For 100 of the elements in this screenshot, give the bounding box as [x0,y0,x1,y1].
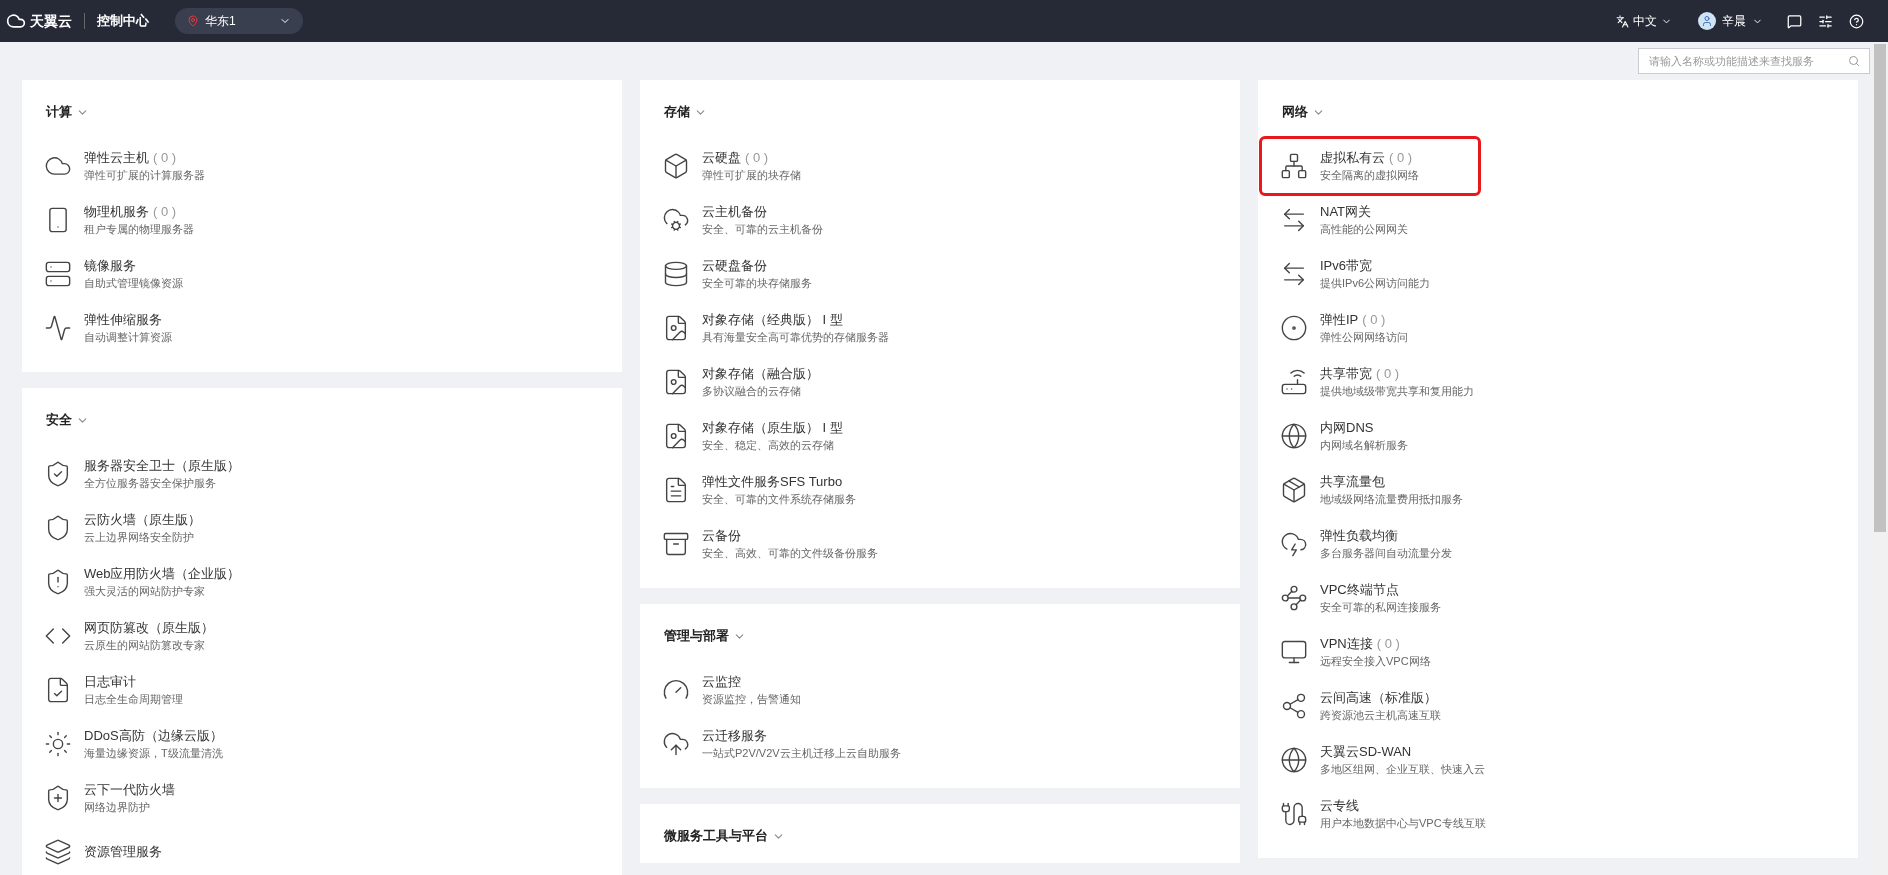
category-header[interactable]: 网络 [1262,102,1854,122]
wave-icon [44,314,72,342]
service-description: 日志全生命周期管理 [84,692,183,707]
service-description: 自助式管理镜像资源 [84,276,183,291]
cloud-icon [662,206,690,234]
service-title: 云下一代防火墙 [84,781,175,799]
service-item[interactable]: 弹性文件服务SFS Turbo 安全、可靠的文件系统存储服务 [644,463,864,517]
service-description: 海量边缘资源，T级流量清洗 [84,746,223,761]
language-icon [1616,14,1629,28]
service-title: 云主机备份 [702,203,767,221]
service-title: 云监控 [702,673,741,691]
service-item[interactable]: 资源管理服务 [26,825,242,875]
service-description: 全方位服务器安全保护服务 [84,476,217,491]
service-title: 对象存储（融合版） [702,365,819,383]
service-description: 多地区组网、企业互联、快速入云 [1320,762,1485,777]
service-description: 云上边界网络安全防护 [84,530,195,545]
service-description: 云原生的网站防篡改专家 [84,638,206,653]
region-selector[interactable]: 华东1 [175,8,303,34]
console-title[interactable]: 控制中心 [97,11,149,31]
logo-icon [6,11,26,31]
service-item[interactable]: VPN连接 ( 0 ) 远程安全接入VPC网络 [1262,625,1478,679]
search-field[interactable]: 请输入名称或功能描述来查找服务 [1638,48,1870,74]
service-title: 云硬盘 [702,149,741,167]
service-count: ( 0 ) [1376,365,1400,383]
service-item[interactable]: 虚拟私有云 ( 0 ) 安全隔离的虚拟网络 [1262,139,1478,193]
service-item[interactable]: 共享带宽 ( 0 ) 提供地域级带宽共享和复用能力 [1262,355,1482,409]
service-item[interactable]: 物理机服务 ( 0 ) 租户专属的物理服务器 [26,193,242,247]
location-pin-icon [187,15,199,27]
service-item[interactable]: 对象存储（原生版） I 型 安全、稳定、高效的云存储 [644,409,860,463]
service-description: 弹性可扩展的块存储 [702,168,801,183]
service-item[interactable]: 云专线 用户本地数据中心与VPC专线互联 [1262,787,1494,841]
service-description: 多台服务器间自动流量分发 [1320,546,1452,561]
service-item[interactable]: 云迁移服务 一站式P2V/V2V云主机迁移上云自助服务 [644,717,909,771]
service-item[interactable]: 共享流量包 地域级网络流量费用抵扣服务 [1262,463,1478,517]
category-header[interactable]: 存储 [644,102,1236,122]
service-description: 弹性可扩展的计算服务器 [84,168,205,183]
category-header[interactable]: 微服务工具与平台 [644,826,1236,846]
service-item[interactable]: 镜像服务 自助式管理镜像资源 [26,247,242,301]
service-title: VPN连接 [1320,635,1373,653]
service-title: 弹性文件服务SFS Turbo [702,473,843,491]
settings-icon[interactable] [1818,13,1833,29]
service-item[interactable]: 云主机备份 安全、可靠的云主机备份 [644,193,860,247]
service-item[interactable]: 服务器安全卫士（原生版） 全方位服务器安全保护服务 [26,447,248,501]
service-title: 镜像服务 [84,257,136,275]
service-item[interactable]: Web应用防火墙（企业版） 强大灵活的网站防护专家 [26,555,249,609]
service-item[interactable]: 日志审计 日志全生命周期管理 [26,663,242,717]
service-title: NAT网关 [1320,203,1372,221]
service-count: ( 0 ) [1389,149,1413,167]
help-icon[interactable] [1849,13,1864,29]
service-item[interactable]: 天翼云SD-WAN 多地区组网、企业互联、快速入云 [1262,733,1493,787]
service-title: 弹性云主机 [84,149,149,167]
service-description: 提供地域级带宽共享和复用能力 [1320,384,1474,399]
service-title: 物理机服务 [84,203,149,221]
service-description: 弹性公网网络访问 [1320,330,1408,345]
data-package-icon [1280,476,1308,504]
category-header[interactable]: 管理与部署 [644,626,1236,646]
service-description: 多协议融合的云存储 [702,384,802,399]
category-header[interactable]: 安全 [26,410,618,430]
service-title: 日志审计 [84,673,136,691]
service-item[interactable]: 云硬盘备份 安全可靠的块存储服务 [644,247,860,301]
service-item[interactable]: IPv6带宽 提供IPv6公网访问能力 [1262,247,1478,301]
service-item[interactable]: 云硬盘 ( 0 ) 弹性可扩展的块存储 [644,139,860,193]
language-selector[interactable]: 中文 [1616,12,1672,30]
service-item[interactable]: 内网DNS 内网域名解析服务 [1262,409,1478,463]
service-description: 强大灵活的网站防护专家 [84,584,206,599]
user-menu[interactable]: 辛晨 [1698,12,1763,30]
cloud-upload-icon [662,730,690,758]
service-title: 天翼云SD-WAN [1320,743,1412,761]
service-item[interactable]: 对象存储（经典版） I 型 具有海量安全高可靠优势的存储服务器 [644,301,897,355]
service-item[interactable]: 云间高速（标准版） 跨资源池云主机高速互联 [1262,679,1478,733]
category-header[interactable]: 计算 [26,102,618,122]
service-description: 跨资源池云主机高速互联 [1320,708,1441,723]
service-item[interactable]: 弹性IP ( 0 ) 弹性公网网络访问 [1262,301,1478,355]
service-item[interactable]: 弹性伸缩服务 自动调整计算资源 [26,301,242,355]
service-count: ( 0 ) [153,149,177,167]
service-title: 弹性IP [1320,311,1359,329]
service-item[interactable]: 弹性云主机 ( 0 ) 弹性可扩展的计算服务器 [26,139,242,193]
service-description: 安全、稳定、高效的云存储 [702,438,835,453]
endpoint-icon [1280,584,1308,612]
service-item[interactable]: 网页防篡改（原生版） 云原生的网站防篡改专家 [26,609,242,663]
service-item[interactable]: NAT网关 高性能的公网网关 [1262,193,1478,247]
service-count: ( 0 ) [153,203,177,221]
service-title: IPv6带宽 [1320,257,1372,275]
service-item[interactable]: 云备份 安全、高效、可靠的文件级备份服务 [644,517,886,571]
message-icon[interactable] [1787,13,1802,29]
service-description: 资源监控，告警通知 [702,692,801,707]
server-icon [44,260,72,288]
search-icon [1848,55,1860,67]
cube-icon [662,152,690,180]
service-item[interactable]: 云下一代防火墙 网络边界防护 [26,771,242,825]
service-item[interactable]: 弹性负载均衡 多台服务器间自动流量分发 [1262,517,1478,571]
service-description: 远程安全接入VPC网络 [1320,654,1431,669]
scrollbar-thumb[interactable] [1874,44,1886,532]
service-item[interactable]: VPC终端节点 安全可靠的私网连接服务 [1262,571,1478,625]
service-item[interactable]: 云监控 资源监控，告警通知 [644,663,860,717]
service-item[interactable]: 云防火墙（原生版） 云上边界网络安全防护 [26,501,242,555]
service-item[interactable]: DDoS高防（边缘云版） 海量边缘资源，T级流量清洗 [26,717,242,771]
service-title: 共享带宽 [1320,365,1372,383]
service-item[interactable]: 对象存储（融合版） 多协议融合的云存储 [644,355,860,409]
service-title: 网页防篡改（原生版） [84,619,214,637]
